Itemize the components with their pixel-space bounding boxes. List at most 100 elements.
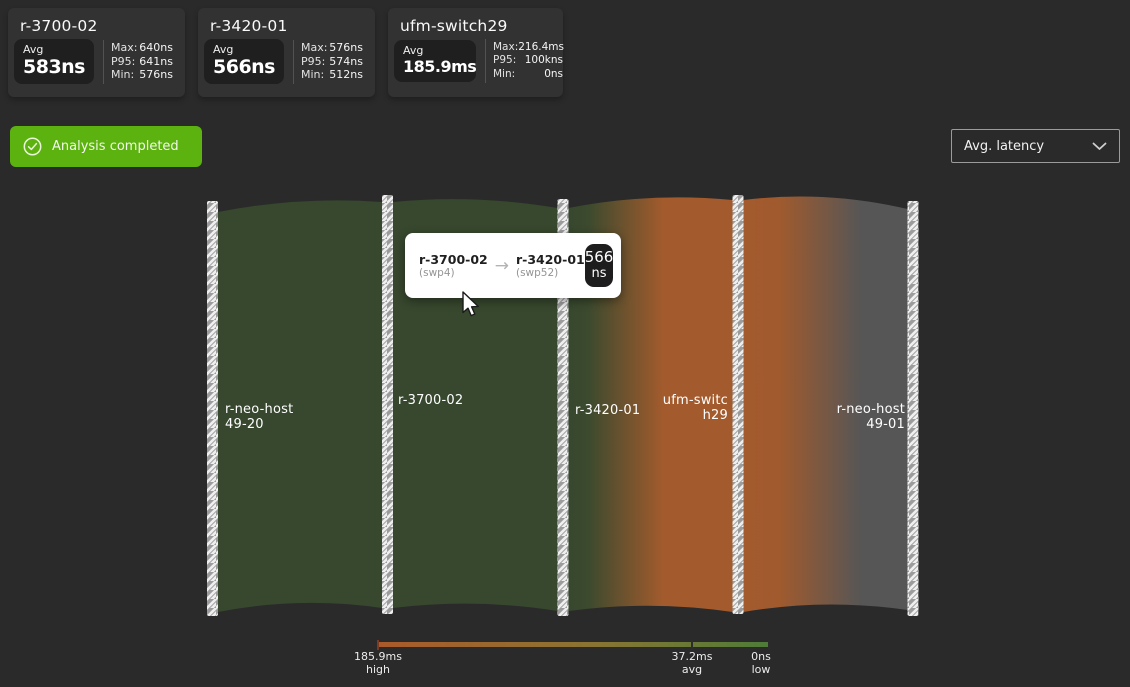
sankey-node-r-neo-host-49-20[interactable] — [207, 201, 218, 616]
stat-label: P95: — [111, 55, 135, 69]
avg-value: 185.9ms — [403, 57, 467, 76]
tooltip-source-port: (swp4) — [419, 267, 488, 279]
stat-label: Max: — [301, 41, 327, 55]
legend-value: 0ns — [741, 650, 781, 663]
tooltip-target-node: r-3420-01 (swp52) — [516, 252, 585, 279]
stat-row: Min: 0ns — [493, 68, 563, 82]
legend-tick-high — [377, 640, 379, 650]
node-label-line: r-neo-host — [225, 403, 293, 418]
legend-tick-avg — [691, 640, 693, 650]
tooltip-source-name: r-3700-02 — [419, 252, 488, 267]
stat-row: Min: 512ns — [301, 68, 363, 82]
sankey-node-r-neo-host-49-01[interactable] — [908, 201, 919, 616]
avg-label: Avg — [23, 43, 85, 56]
latency-value: 566 — [585, 249, 614, 266]
node-label-line: 49-20 — [225, 418, 293, 433]
stat-value: 640ns — [139, 41, 173, 55]
dropdown-selected-value: Avg. latency — [964, 139, 1044, 154]
link-tooltip: r-3700-02 (swp4) → r-3420-01 (swp52) 566… — [405, 233, 621, 298]
stat-label: Max: — [493, 41, 518, 55]
node-label-r-neo-host-49-01: r-neo-host 49-01 — [805, 403, 905, 432]
legend-value: 185.9ms — [348, 650, 408, 663]
stat-value: 576ns — [329, 41, 363, 55]
avg-latency-box: Avg 185.9ms — [394, 40, 476, 82]
avg-label: Avg — [213, 43, 275, 56]
legend-tick-low — [768, 640, 770, 650]
node-label-line: r-3700-02 — [398, 394, 463, 409]
stat-row: Max:216.4ms — [493, 41, 563, 55]
stats-list: Max:216.4ms P95: 100kns Min: 0ns — [493, 41, 563, 82]
card-body: Avg 583ns Max:640ns P95: 641ns Min: 576ns — [14, 39, 185, 84]
node-label-r-3700-02: r-3700-02 — [398, 394, 463, 409]
tooltip-source-node: r-3700-02 (swp4) — [419, 252, 488, 279]
stat-label: Min: — [301, 68, 324, 82]
stat-card-r-3700-02: r-3700-02 Avg 583ns Max:640ns P95: 641ns … — [8, 8, 185, 97]
legend-text: avg — [662, 663, 722, 676]
stat-value: 641ns — [139, 55, 173, 69]
latency-value-badge: 566 ns — [585, 244, 614, 287]
avg-latency-box: Avg 583ns — [14, 39, 94, 84]
arrow-right-icon: → — [495, 256, 509, 276]
stat-value: 576ns — [139, 68, 173, 82]
avg-value: 566ns — [213, 56, 275, 78]
card-title: ufm-switch29 — [400, 17, 563, 35]
legend-value: 37.2ms — [662, 650, 722, 663]
latency-analysis-screen: r-3700-02 Avg 583ns Max:640ns P95: 641ns … — [0, 0, 1130, 687]
stat-value: 100kns — [525, 54, 563, 68]
chevron-down-icon — [1092, 142, 1107, 151]
stat-row: P95: 641ns — [111, 55, 173, 69]
node-label-r-neo-host-49-20: r-neo-host 49-20 — [225, 403, 293, 432]
card-title: r-3700-02 — [20, 17, 185, 35]
stats-list: Max:576ns P95: 574ns Min: 512ns — [301, 41, 363, 82]
stat-value: 574ns — [329, 55, 363, 69]
legend-label-avg: 37.2ms avg — [662, 650, 722, 676]
legend-text: high — [348, 663, 408, 676]
stat-value: 512ns — [329, 68, 363, 82]
divider — [103, 40, 104, 84]
sankey-node-ufm-switch29[interactable] — [733, 195, 744, 614]
mouse-cursor — [461, 291, 481, 319]
banner-text: Analysis completed — [52, 139, 179, 154]
node-label-line: r-3420-01 — [575, 404, 640, 419]
node-label-r-3420-01: r-3420-01 — [575, 404, 640, 419]
node-label-line: h29 — [640, 409, 728, 424]
card-body: Avg 566ns Max:576ns P95: 574ns Min: 512ns — [204, 39, 375, 84]
analysis-status-banner: Analysis completed — [10, 126, 202, 167]
tooltip-target-port: (swp52) — [516, 267, 585, 279]
node-label-line: 49-01 — [805, 418, 905, 433]
stats-list: Max:640ns P95: 641ns Min: 576ns — [111, 41, 173, 82]
latency-unit: ns — [592, 267, 607, 282]
latency-color-scale — [378, 642, 770, 647]
stat-card-r-3420-01: r-3420-01 Avg 566ns Max:576ns P95: 574ns … — [198, 8, 375, 97]
stat-row: P95: 574ns — [301, 55, 363, 69]
divider — [293, 40, 294, 84]
tooltip-target-name: r-3420-01 — [516, 252, 585, 267]
legend-label-low: 0ns low — [741, 650, 781, 676]
stat-row: Min: 576ns — [111, 68, 173, 82]
stat-label: Max: — [111, 41, 137, 55]
stat-label: P95: — [493, 54, 516, 68]
avg-label: Avg — [403, 44, 467, 57]
card-body: Avg 185.9ms Max:216.4ms P95: 100kns Min: 0… — [394, 39, 563, 83]
stat-row: P95: 100kns — [493, 54, 563, 68]
stat-label: P95: — [301, 55, 325, 69]
legend-label-high: 185.9ms high — [348, 650, 408, 676]
stat-card-ufm-switch29: ufm-switch29 Avg 185.9ms Max:216.4ms P95… — [388, 8, 563, 97]
stat-label: Min: — [111, 68, 134, 82]
card-title: r-3420-01 — [210, 17, 375, 35]
check-circle-icon — [23, 137, 42, 156]
metric-dropdown[interactable]: Avg. latency — [951, 129, 1120, 163]
stat-row: Max:640ns — [111, 41, 173, 55]
node-label-line: r-neo-host — [805, 403, 905, 418]
node-label-line: ufm-switc — [640, 394, 728, 409]
stat-label: Min: — [493, 68, 515, 82]
node-label-ufm-switch29: ufm-switc h29 — [640, 394, 728, 423]
legend-text: low — [741, 663, 781, 676]
stat-value: 0ns — [544, 68, 563, 82]
stat-row: Max:576ns — [301, 41, 363, 55]
divider — [485, 39, 486, 83]
stat-value: 216.4ms — [518, 41, 564, 55]
sankey-node-r-3700-02[interactable] — [382, 195, 393, 614]
avg-latency-box: Avg 566ns — [204, 39, 284, 84]
avg-value: 583ns — [23, 56, 85, 78]
